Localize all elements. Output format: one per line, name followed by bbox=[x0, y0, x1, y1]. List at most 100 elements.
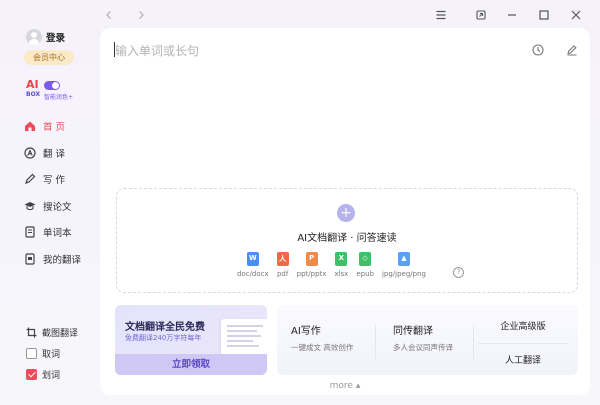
menu-icon bbox=[436, 10, 446, 20]
sidebar-item-label: 单词本 bbox=[43, 228, 72, 240]
file-type-label: doc/docx bbox=[237, 270, 269, 278]
search-input-placeholder: 输入单词或长句 bbox=[115, 44, 200, 58]
simultaneous-translation-feature[interactable]: 同传翻译 多人会议同声传译 bbox=[393, 322, 453, 353]
promo-subtitle: 免费翻译240万字符每年 bbox=[125, 334, 202, 342]
minimize-button[interactable] bbox=[505, 8, 519, 22]
file-icon-letter: 人 bbox=[279, 255, 287, 263]
file-icon-letter: P bbox=[308, 254, 315, 262]
maximize-button[interactable] bbox=[537, 8, 551, 22]
ai-box-sublabel: 智能润色+ bbox=[44, 94, 74, 101]
word-select-checkbox[interactable] bbox=[26, 369, 37, 380]
divider bbox=[375, 325, 376, 361]
pin-icon bbox=[476, 10, 486, 20]
chevron-right-icon bbox=[139, 11, 144, 19]
divider bbox=[478, 343, 568, 344]
file-type-docx: W doc/docx bbox=[237, 252, 269, 278]
feature-title: AI写作 bbox=[291, 326, 321, 337]
app-window: 登录 会员中心 AI BOX 智能润色+ 首 页 翻 译 写 作 搜论文 单词本… bbox=[0, 0, 600, 405]
file-icon-letter: ◇ bbox=[362, 254, 368, 262]
promo-document-thumbnail bbox=[221, 319, 267, 359]
clock-icon bbox=[532, 44, 544, 56]
sidebar-item-label: 写 作 bbox=[43, 175, 66, 187]
image-file-icon: ▲ bbox=[397, 252, 410, 266]
dropzone-title: AI文档翻译 · 问答速读 bbox=[297, 233, 397, 244]
file-icon-letter: W bbox=[248, 254, 257, 262]
word-pick-option[interactable]: 取词 bbox=[26, 343, 78, 364]
minimize-icon bbox=[508, 14, 516, 16]
pdf-file-icon: 人 bbox=[276, 252, 289, 266]
pen-edit-icon bbox=[567, 45, 577, 56]
sidebar-item-home[interactable]: 首 页 bbox=[24, 113, 81, 140]
feature-subtitle: 多人会议同声传译 bbox=[393, 343, 453, 352]
promo-title: 文档翻译全民免费 bbox=[125, 322, 205, 333]
file-type-image: ▲ jpg/jpeg/png bbox=[382, 252, 426, 278]
features-panel: AI写作 一键成文 高效创作 同传翻译 多人会议同声传译 企业高级版 人工翻译 bbox=[277, 305, 578, 375]
home-icon bbox=[24, 120, 36, 132]
epub-file-icon: ◇ bbox=[359, 252, 372, 266]
pen-icon bbox=[24, 173, 36, 185]
sidebar-item-wordbook[interactable]: 单词本 bbox=[24, 219, 81, 246]
enterprise-edition-link[interactable]: 企业高级版 bbox=[478, 319, 568, 332]
sidebar-item-search-paper[interactable]: 搜论文 bbox=[24, 193, 81, 220]
login-link[interactable]: 登录 bbox=[46, 30, 65, 44]
ai-toggle-switch[interactable] bbox=[44, 81, 60, 90]
document-dropzone[interactable]: + AI文档翻译 · 问答速读 W doc/docx 人 pdf P ppt/p… bbox=[116, 188, 578, 293]
more-button[interactable]: more ▴ bbox=[100, 381, 590, 391]
tool-label: 划词 bbox=[42, 371, 61, 381]
file-type-label: jpg/jpeg/png bbox=[381, 270, 426, 278]
file-type-label: xlsx bbox=[334, 270, 349, 278]
word-select-option[interactable]: 划词 bbox=[26, 364, 78, 385]
sidebar-item-label: 首 页 bbox=[43, 122, 66, 134]
sidebar-item-translate[interactable]: 翻 译 bbox=[24, 140, 81, 167]
book-icon bbox=[24, 226, 36, 238]
tool-label: 取词 bbox=[42, 350, 61, 360]
translate-icon bbox=[24, 147, 36, 159]
file-icon-letter: ▲ bbox=[401, 254, 407, 262]
feature-title: 同传翻译 bbox=[393, 326, 433, 337]
feature-subtitle: 一键成文 高效创作 bbox=[291, 343, 354, 352]
file-type-label: epub bbox=[356, 270, 374, 278]
avatar[interactable] bbox=[26, 29, 42, 45]
word-pick-checkbox[interactable] bbox=[26, 348, 37, 359]
user-login[interactable]: 登录 bbox=[26, 29, 65, 45]
sidebar-nav: 首 页 翻 译 写 作 搜论文 单词本 我的翻译 bbox=[24, 113, 81, 272]
vip-center-button[interactable]: 会员中心 bbox=[24, 50, 74, 65]
graduation-cap-icon bbox=[24, 200, 36, 212]
chevron-left-icon bbox=[106, 11, 111, 19]
edit-button[interactable] bbox=[566, 44, 578, 56]
file-icon-letter: X bbox=[338, 254, 345, 262]
history-button[interactable] bbox=[532, 44, 544, 56]
file-type-list: W doc/docx 人 pdf P ppt/pptx X xlsx ◇ epu… bbox=[237, 252, 434, 278]
excel-file-icon: X bbox=[335, 252, 348, 266]
maximize-icon bbox=[539, 10, 549, 20]
ai-box-label: BOX bbox=[26, 91, 41, 98]
sidebar: 登录 会员中心 AI BOX 智能润色+ 首 页 翻 译 写 作 搜论文 单词本… bbox=[0, 0, 100, 405]
close-button[interactable] bbox=[569, 8, 583, 22]
pin-button[interactable] bbox=[474, 8, 488, 22]
document-icon bbox=[24, 253, 36, 265]
sidebar-item-label: 翻 译 bbox=[43, 148, 66, 160]
text-caret bbox=[114, 42, 115, 57]
ai-writing-feature[interactable]: AI写作 一键成文 高效创作 bbox=[291, 322, 353, 353]
menu-button[interactable] bbox=[434, 8, 448, 22]
search-input[interactable]: 输入单词或长句 bbox=[114, 42, 535, 62]
tool-label: 截图翻译 bbox=[42, 329, 79, 339]
sidebar-item-write[interactable]: 写 作 bbox=[24, 166, 81, 193]
forward-button[interactable] bbox=[134, 8, 148, 22]
sidebar-item-my-translations[interactable]: 我的翻译 bbox=[24, 246, 81, 273]
promo-card[interactable]: 文档翻译全民免费 免费翻译240万字符每年 立即领取 bbox=[115, 305, 267, 375]
title-bar bbox=[100, 0, 600, 30]
ai-box-toggle[interactable]: AI BOX 智能润色+ bbox=[26, 79, 86, 101]
divider bbox=[473, 325, 474, 361]
back-button[interactable] bbox=[102, 8, 116, 22]
upload-plus-button[interactable]: + bbox=[337, 204, 355, 222]
file-type-pptx: P ppt/pptx bbox=[297, 252, 326, 278]
help-icon[interactable]: ? bbox=[453, 267, 464, 278]
claim-now-button[interactable]: 立即领取 bbox=[115, 354, 267, 375]
human-translation-link[interactable]: 人工翻译 bbox=[478, 353, 568, 366]
close-icon bbox=[571, 10, 581, 20]
file-type-pdf: 人 pdf bbox=[276, 252, 289, 278]
screenshot-translate-button[interactable]: 截图翻译 bbox=[26, 322, 78, 343]
file-type-xlsx: X xlsx bbox=[334, 252, 348, 278]
sidebar-item-label: 搜论文 bbox=[43, 201, 72, 213]
